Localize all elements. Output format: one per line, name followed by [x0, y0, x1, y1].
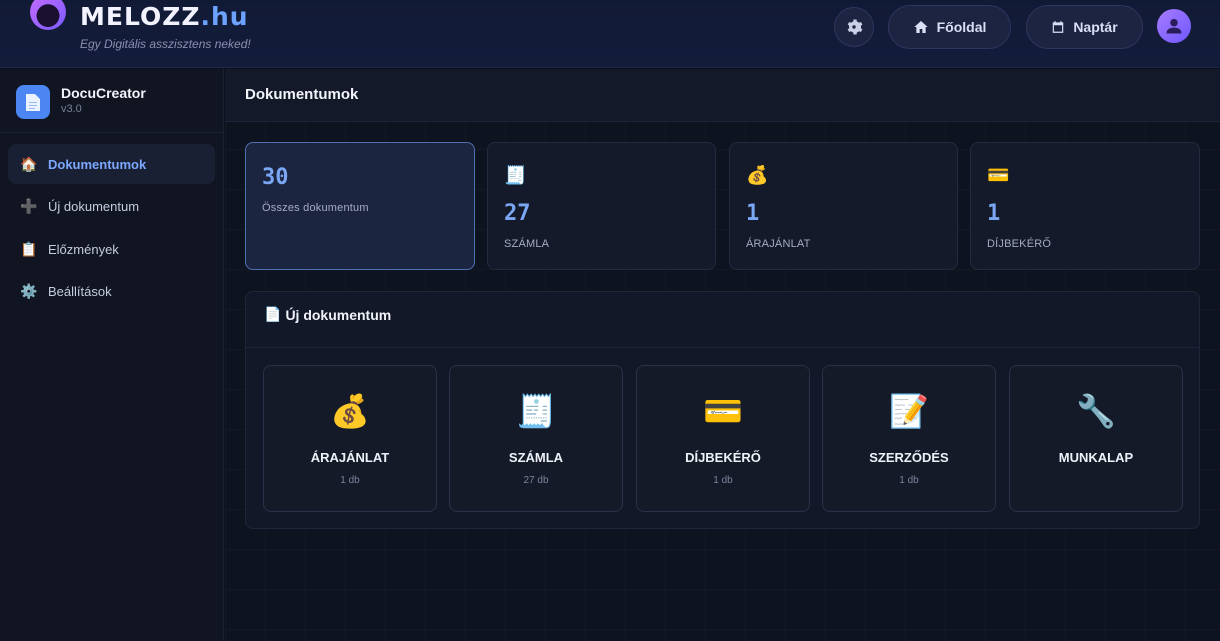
stat-card-quote[interactable]: 💰 1 ÁRAJÁNLAT [729, 142, 958, 270]
calendar-button[interactable]: Naptár [1026, 5, 1143, 49]
sidebar-item-label: Dokumentumok [48, 156, 147, 172]
top-header: MELOZZ.hu Egy Digitális asszisztens neke… [0, 0, 1220, 68]
new-payment-request-tile[interactable]: 💳 DÍJBEKÉRŐ 1 db [636, 365, 810, 512]
sidebar-item-history[interactable]: 📋 Előzmények [8, 229, 215, 269]
gear-icon [847, 19, 863, 35]
main-content: Dokumentumok 30 Összes dokumentum 🧾 27 S… [225, 69, 1220, 641]
sidebar-item-label: Beállítások [48, 283, 112, 299]
stat-card-payment-request[interactable]: 💳 1 DÍJBEKÉRŐ [970, 142, 1200, 270]
sidebar-item-label: Előzmények [48, 241, 119, 257]
tile-name: ÁRAJÁNLAT [310, 450, 390, 465]
user-icon [1166, 18, 1182, 34]
document-app-icon [16, 85, 50, 119]
new-contract-tile[interactable]: 📝 SZERZŐDÉS 1 db [822, 365, 996, 512]
plus-icon: ➕ [20, 197, 38, 214]
stat-card-invoice[interactable]: 🧾 27 SZÁMLA [487, 142, 716, 270]
money-bag-icon: 💰 [746, 165, 769, 185]
stat-card-total[interactable]: 30 Összes dokumentum [245, 142, 475, 270]
panel-title-text: Új dokumentum [285, 306, 392, 323]
wrench-icon: 🔧 [1076, 393, 1116, 429]
sidebar-item-label: Új dokumentum [48, 198, 140, 214]
money-bag-icon: 💰 [330, 393, 370, 429]
sidebar: DocuCreator v3.0 🏠 Dokumentumok ➕ Új dok… [0, 69, 224, 641]
app-version: v3.0 [61, 103, 82, 115]
document-icon: 📄 [264, 306, 282, 322]
sidebar-item-documents[interactable]: 🏠 Dokumentumok [8, 144, 215, 184]
logo-icon [30, 0, 66, 30]
sidebar-item-settings[interactable]: ⚙️ Beállítások [8, 271, 215, 311]
settings-button[interactable] [834, 7, 874, 47]
stat-value: 30 [262, 165, 289, 190]
tile-name: DÍJBEKÉRŐ [685, 450, 761, 465]
tile-count: 1 db [899, 475, 919, 486]
home-button-label: Főoldal [936, 19, 987, 35]
tile-count: 1 db [713, 475, 733, 486]
tile-count: 27 db [523, 475, 549, 486]
house-icon: 🏠 [20, 155, 38, 172]
app-header: DocuCreator v3.0 [0, 69, 223, 133]
tagline: Egy Digitális asszisztens neked! [80, 37, 251, 51]
stat-label: SZÁMLA [504, 238, 550, 250]
new-invoice-tile[interactable]: 🧾 SZÁMLA 27 db [449, 365, 623, 512]
stat-label: ÁRAJÁNLAT [746, 238, 811, 250]
calendar-icon [1053, 21, 1064, 33]
home-button[interactable]: Főoldal [888, 5, 1011, 49]
user-avatar-button[interactable] [1157, 9, 1191, 43]
stat-value: 1 [987, 201, 1001, 226]
new-document-panel: 📄 Új dokumentum 💰 ÁRAJÁNLAT 1 db 🧾 SZÁML… [245, 291, 1200, 529]
stat-label: DÍJBEKÉRŐ [987, 238, 1052, 250]
receipt-icon: 🧾 [516, 393, 556, 429]
stat-value: 1 [746, 201, 760, 226]
tile-name: SZERZŐDÉS [869, 450, 949, 465]
credit-card-icon: 💳 [987, 165, 1010, 185]
gear-icon: ⚙️ [20, 282, 38, 299]
stat-label: Összes dokumentum [262, 202, 369, 214]
page-title: Dokumentumok [245, 86, 359, 103]
credit-card-icon: 💳 [703, 393, 743, 429]
tile-count: 1 db [340, 475, 360, 486]
panel-header: 📄 Új dokumentum [246, 292, 1199, 348]
logo[interactable]: MELOZZ.hu [80, 2, 249, 31]
app-name: DocuCreator [61, 85, 146, 101]
logo-main-text: MELOZZ [80, 2, 201, 31]
receipt-icon: 🧾 [504, 165, 527, 185]
new-worksheet-tile[interactable]: 🔧 MUNKALAP [1009, 365, 1183, 512]
tile-name: SZÁMLA [508, 450, 564, 465]
stat-value: 27 [504, 201, 531, 226]
logo-domain-text: .hu [200, 2, 249, 31]
clipboard-icon: 📋 [20, 240, 38, 257]
memo-icon: 📝 [889, 393, 929, 429]
page-header: Dokumentumok [225, 69, 1220, 122]
house-icon [913, 21, 928, 33]
calendar-button-label: Naptár [1073, 19, 1118, 35]
sidebar-item-new-document[interactable]: ➕ Új dokumentum [8, 186, 215, 226]
tile-name: MUNKALAP [1058, 450, 1134, 465]
panel-title: 📄 Új dokumentum [264, 306, 391, 323]
new-quote-tile[interactable]: 💰 ÁRAJÁNLAT 1 db [263, 365, 437, 512]
